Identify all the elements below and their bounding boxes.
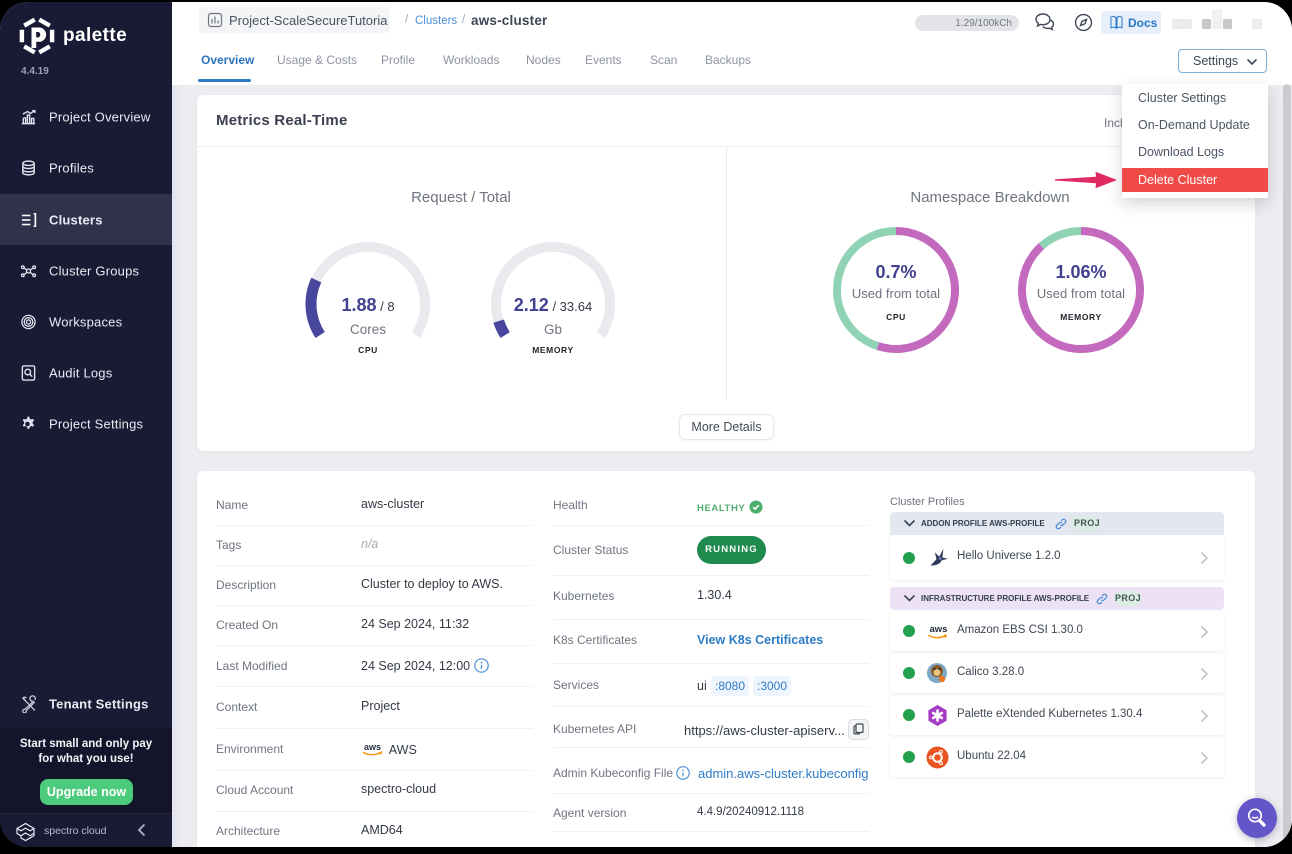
svg-text:aws: aws (930, 624, 948, 635)
svg-text:aws: aws (364, 742, 381, 752)
